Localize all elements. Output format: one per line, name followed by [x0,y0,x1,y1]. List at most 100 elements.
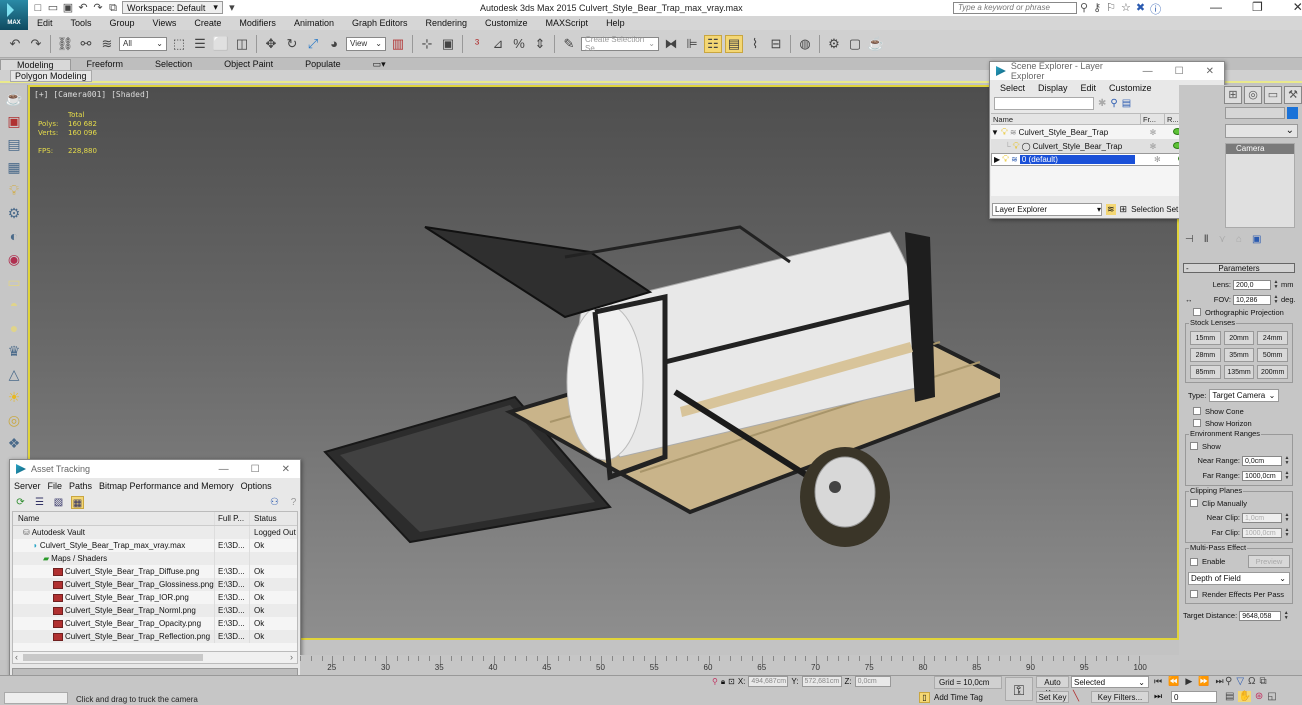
lightbulb-icon[interactable]: 💡︎ [1001,127,1008,138]
save-icon[interactable]: ▣ [62,2,74,14]
explorer-type-dropdown[interactable]: Layer Explorer ▾ [992,202,1102,216]
move-icon[interactable]: ✥ [262,35,280,53]
at-menu-paths[interactable]: Paths [69,481,92,491]
timeline-ruler[interactable]: 25 30 35 40 45 50 55 60 65 70 75 80 85 90 95 100 [300,655,1180,675]
toggle-layer-explorer-icon[interactable]: ▤ [725,34,743,53]
scroll-right-icon[interactable]: › [290,652,293,662]
workspace-dropdown[interactable]: Workspace: Default ▾ [122,1,223,14]
project-folder-icon[interactable]: ⧉ [107,2,119,14]
grid-icon[interactable]: ▦ [4,157,24,177]
make-unique-icon[interactable]: ⋎ [1219,234,1226,245]
sphere-icon[interactable]: ◐ [4,226,24,246]
undo-icon[interactable]: ↶ [6,35,24,53]
binoculars-icon[interactable]: ⚲ [1080,1,1088,17]
tab-modeling[interactable]: Modeling [0,58,71,70]
tab-freeform[interactable]: Freeform [71,59,140,69]
at-menu-server[interactable]: Server [14,481,41,491]
isolate-selection-icon[interactable]: ⚲ [712,677,718,686]
help-icon[interactable]: ⓘ [1150,1,1161,17]
render-setup-icon[interactable]: ⚙ [825,35,843,53]
absolute-mode-icon[interactable]: ⊡ [728,677,735,686]
object-name-field[interactable] [1225,107,1285,119]
subscription-icon[interactable]: ⚐ [1106,1,1116,17]
selection-lock-icon[interactable]: 🔒︎ [721,677,725,687]
key-filters-button[interactable]: Key Filters... [1091,691,1149,703]
sun-icon[interactable]: ☀ [4,387,24,407]
layer-options-icon[interactable]: ▤ [1122,98,1131,109]
menu-customize[interactable]: Customize [476,18,537,28]
redo-icon[interactable]: ↷ [27,35,45,53]
bind-space-warp-icon[interactable]: ≋ [98,35,116,53]
expand-arrow-icon[interactable]: ▼ [991,128,999,137]
add-time-tag[interactable]: ▯ Add Time Tag [919,692,983,703]
show-cone-checkbox[interactable] [1193,407,1201,415]
orthographic-checkbox[interactable] [1193,308,1201,316]
col-freeze[interactable]: Fr... [1141,114,1165,124]
lens-24mm-button[interactable]: 24mm [1257,331,1288,345]
snaps-toggle-icon[interactable]: ³ [468,35,486,53]
spinner-snap-icon[interactable]: ⇕ [531,35,549,53]
sphere-light-icon[interactable]: ● [4,318,24,338]
tab-object-paint[interactable]: Object Paint [208,59,289,69]
ribbon-options-icon[interactable]: ▭▾ [357,59,402,70]
col-name[interactable]: Name [13,514,214,523]
spot-light-icon[interactable]: △ [4,364,24,384]
menu-create[interactable]: Create [185,18,230,28]
menu-maxscript[interactable]: MAXScript [537,18,598,28]
list-icon[interactable]: ▤ [4,134,24,154]
object-type-camera[interactable]: Camera [1226,144,1294,154]
favorites-star-icon[interactable]: ☆ [1121,1,1131,17]
polygon-modeling-panel[interactable]: Polygon Modeling [10,70,92,82]
clear-filter-icon[interactable]: ✱ [1098,98,1106,109]
fov-direction-icon[interactable]: ↔ [1183,295,1193,304]
align-icon[interactable]: ⊫ [683,35,701,53]
close-icon[interactable]: ✕ [282,464,290,475]
asset-row[interactable]: Culvert_Style_Bear_Trap_Glossiness.png E:… [13,578,297,591]
near-range-input[interactable]: 0,0cm [1242,455,1282,466]
near-clip-input[interactable]: 1,0cm [1242,512,1282,523]
maximize-icon[interactable]: ❐ [1252,0,1263,14]
lens-50mm-button[interactable]: 50mm [1257,348,1288,362]
auto-key-button[interactable]: Auto Key [1036,676,1069,698]
key-tangent-icon[interactable]: ╲ [1073,691,1079,702]
camera-icon[interactable]: ⚙ [4,203,24,223]
menu-rendering[interactable]: Rendering [417,18,477,28]
se-menu-select[interactable]: Select [1000,83,1025,93]
lens-200mm-button[interactable]: 200mm [1257,365,1288,379]
go-to-end-icon[interactable]: ⏭ [1215,676,1223,687]
named-selection-dropdown[interactable]: Create Selection Se ⌄ [581,35,659,53]
parameters-rollout-header[interactable]: - Parameters [1183,263,1295,273]
link-icon[interactable]: ⛓ [56,35,74,53]
orbit-camera-icon[interactable]: ⊛ [1255,691,1263,702]
target-distance-input[interactable]: 9648,058 [1239,610,1282,621]
minimize-icon[interactable]: — [1143,66,1153,77]
asset-row[interactable]: ⛁ Autodesk Vault Logged Out [13,526,297,539]
perspective-icon[interactable]: ▽ [1236,676,1244,687]
x-coordinate[interactable]: 494,687cm [748,676,789,687]
layer-mode-icon[interactable]: ≋ [1106,203,1116,215]
asset-row[interactable]: ◗ Culvert_Style_Bear_Trap_max_vray.max E:\… [13,539,297,552]
horizontal-scrollbar[interactable]: ‹ › [12,652,298,664]
curve-editor-icon[interactable]: ⌇ [746,35,764,53]
remove-modifier-icon[interactable]: ⌂ [1236,234,1242,245]
current-frame-input[interactable]: 0 [1171,691,1217,703]
menu-tools[interactable]: Tools [62,18,101,28]
hierarchy-tab-icon[interactable]: ⊞ [1224,86,1242,104]
camera-type-dropdown[interactable]: Target Camera ⌄ [1209,389,1280,402]
show-end-result-icon[interactable]: Ⅱ [1204,234,1209,245]
mirror-icon[interactable]: ⧓ [662,35,680,53]
near-range-spinner[interactable]: ▲ ▼ [1284,455,1290,466]
maxscript-listener-field[interactable] [4,692,68,704]
next-frame-icon[interactable]: ⏩ [1198,676,1209,687]
asset-row[interactable]: ▰ Maps / Shaders [13,552,297,565]
key-search-icon[interactable]: ⚷ [1093,1,1101,17]
menu-animation[interactable]: Animation [285,18,343,28]
pivot-center-icon[interactable]: ▥ [389,35,407,53]
target-distance-spinner[interactable]: ▲ ▼ [1283,610,1289,621]
menu-edit[interactable]: Edit [28,18,62,28]
customize-qat-icon[interactable]: ▾ [226,2,238,14]
pin-stack-icon[interactable]: ⊣ [1185,234,1194,245]
asset-row[interactable]: Culvert_Style_Bear_Trap_Norml.png E:\3D..… [13,604,297,617]
configure-sets-icon[interactable]: ▣ [1252,234,1261,245]
se-menu-edit[interactable]: Edit [1081,83,1097,93]
